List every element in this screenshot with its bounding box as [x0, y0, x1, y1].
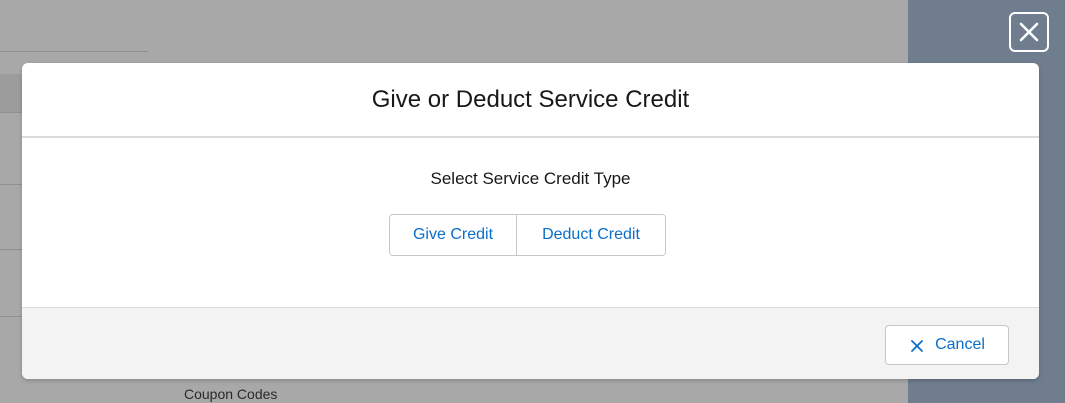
credit-type-label: Select Service Credit Type — [430, 169, 631, 188]
cancel-button-label: Cancel — [935, 336, 985, 353]
background-divider — [0, 51, 148, 52]
close-icon — [909, 338, 925, 354]
background-row-divider — [0, 316, 22, 317]
modal-title: Give or Deduct Service Credit — [371, 85, 690, 113]
cancel-button[interactable]: Cancel — [885, 325, 1009, 365]
modal-body: Select Service Credit Type Give Credit D… — [22, 138, 1039, 308]
credit-type-button-group: Give Credit Deduct Credit — [389, 214, 666, 256]
background-row-divider — [0, 184, 22, 185]
background-row-highlight — [0, 74, 22, 112]
background-row-divider — [0, 112, 22, 113]
modal-close-button[interactable] — [1009, 12, 1049, 52]
background-row-divider — [0, 249, 22, 250]
give-credit-button[interactable]: Give Credit — [390, 215, 517, 255]
screen: Coupon Codes Give or Deduct Service Cred… — [0, 0, 1065, 403]
service-credit-modal: Give or Deduct Service Credit Select Ser… — [22, 63, 1039, 379]
deduct-credit-button[interactable]: Deduct Credit — [517, 215, 665, 255]
modal-header: Give or Deduct Service Credit — [22, 63, 1039, 138]
close-icon — [1019, 22, 1039, 42]
modal-footer: Cancel — [22, 308, 1039, 379]
background-coupon-codes-label: Coupon Codes — [184, 386, 278, 402]
